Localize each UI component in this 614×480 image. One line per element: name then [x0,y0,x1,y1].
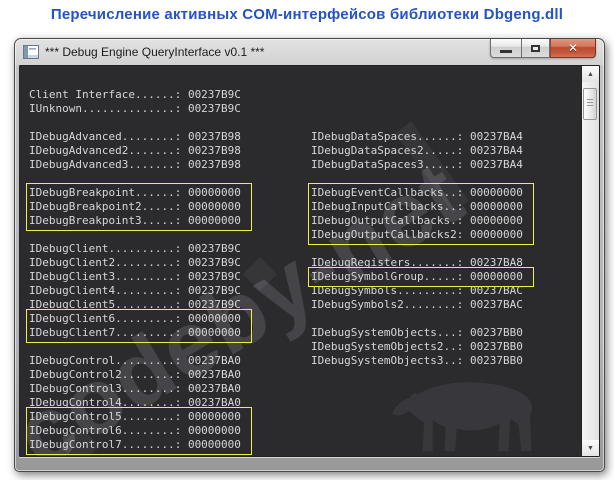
console-line: IDebugDataSpaces......: 00237BA4 [311,130,523,143]
console-line: IDebugControl2........: 00237BA0 [29,368,241,381]
caption-buttons: ✕ [490,39,596,58]
console-line: IDebugBreakpoint3.....: 00000000 [29,214,241,227]
scrollbar-track[interactable] [582,82,599,440]
console-column-2: IDebugDataSpaces......: 00237BA4 IDebugDa… [308,130,534,368]
scroll-down-button[interactable]: ▼ [582,440,599,456]
console-line: IDebugSystemObjects2..: 00237BB0 [311,340,523,353]
titlebar[interactable]: *** Debug Engine QueryInterface v0.1 ***… [15,39,604,65]
vertical-scrollbar[interactable]: ▲ ▼ [581,66,599,456]
console-line: IDebugClient4.........: 00237B9C [29,284,241,297]
console-line: IDebugControl.........: 00237BA0 [29,354,241,367]
console-window: *** Debug Engine QueryInterface v0.1 ***… [14,38,605,472]
console-line: IDebugAdvanced2.......: 00237B98 [29,144,241,157]
minimize-icon [500,50,512,53]
maximize-icon [531,44,540,52]
console-line: IDebugSystemObjects...: 00237BB0 [311,326,523,339]
console-line: IDebugOutputCallbacks2: 00000000 [311,228,523,241]
console-line: IDebugClient5.........: 00237B9C [29,298,241,311]
console-line: IDebugClient2.........: 00237B9C [29,256,241,269]
console-line: IDebugControl3........: 00237BA0 [29,382,241,395]
console-line: IDebugControl4........: 00237BA0 [29,396,241,409]
console-line: IDebugControl6........: 00000000 [29,424,241,437]
highlight-box: IDebugSymbolGroup.....: 00000000 [308,267,534,287]
console-line: IDebugClient3.........: 00237B9C [29,270,241,283]
minimize-button[interactable] [490,39,521,58]
console-line: IDebugRegisters.......: 00237BA8 [311,256,523,269]
highlight-box: IDebugControl5........: 00000000 IDebugCo… [26,407,252,455]
console-line: IUnknown..............: 00237B9C [29,102,241,115]
console-line: IDebugSymbols.........: 00237BAC [311,284,523,297]
console-line: IDebugSymbolGroup.....: 00000000 [311,270,523,283]
highlight-box: IDebugEventCallbacks..: 00000000 IDebugIn… [308,183,534,245]
console-line: IDebugDataSpaces2.....: 00237BA4 [311,144,523,157]
console-line: IDebugBreakpoint......: 00000000 [29,186,241,199]
close-button[interactable]: ✕ [550,39,596,58]
maximize-button[interactable] [521,39,550,58]
arrow-up-icon: ▲ [587,70,594,78]
close-icon: ✕ [567,41,579,55]
console-output: codeby-net Client Interface......: 00237… [19,65,600,457]
bear-logo-icon [392,382,533,452]
console-line: IDebugInputCallbacks..: 00000000 [311,200,523,213]
scrollbar-thumb[interactable] [583,88,597,120]
console-line: IDebugDataSpaces3.....: 00237BA4 [311,158,523,171]
page-title: Перечисление активных COM-интерфейсов би… [50,6,564,23]
highlight-box: IDebugClient6.........: 00000000 IDebugCl… [26,309,252,343]
scrollbar-grip-icon [587,99,593,107]
console-line: Client Interface......: 00237B9C [29,88,241,101]
console-app-icon [23,45,39,59]
console-line: IDebugAdvanced3.......: 00237B98 [29,158,241,171]
console-line: IDebugBreakpoint2.....: 00000000 [29,200,241,213]
console-line: IDebugEventCallbacks..: 00000000 [311,186,523,199]
console-line: IDebugSystemObjects3..: 00237BB0 [311,354,523,367]
window-title: *** Debug Engine QueryInterface v0.1 *** [45,45,265,59]
console-line: IDebugClient..........: 00237B9C [29,242,241,255]
console-line: IDebugClient6.........: 00000000 [29,312,241,325]
console-line: IDebugAdvanced........: 00237B98 [29,130,241,143]
scroll-up-button[interactable]: ▲ [582,66,599,82]
arrow-down-icon: ▼ [587,444,594,452]
console-line: IDebugClient7.........: 00000000 [29,326,241,339]
page: Перечисление активных COM-интерфейсов би… [0,0,614,480]
highlight-box: IDebugBreakpoint......: 00000000 IDebugBr… [26,183,252,231]
console-line: IDebugControl5........: 00000000 [29,410,241,423]
console-line: IDebugControl7........: 00000000 [29,438,241,451]
console-line: IDebugOutputCallbacks.: 00000000 [311,214,523,227]
console-line: IDebugSymbols2........: 00237BAC [311,298,523,311]
console-column-1: Client Interface......: 00237B9C IUnknown… [26,88,252,455]
